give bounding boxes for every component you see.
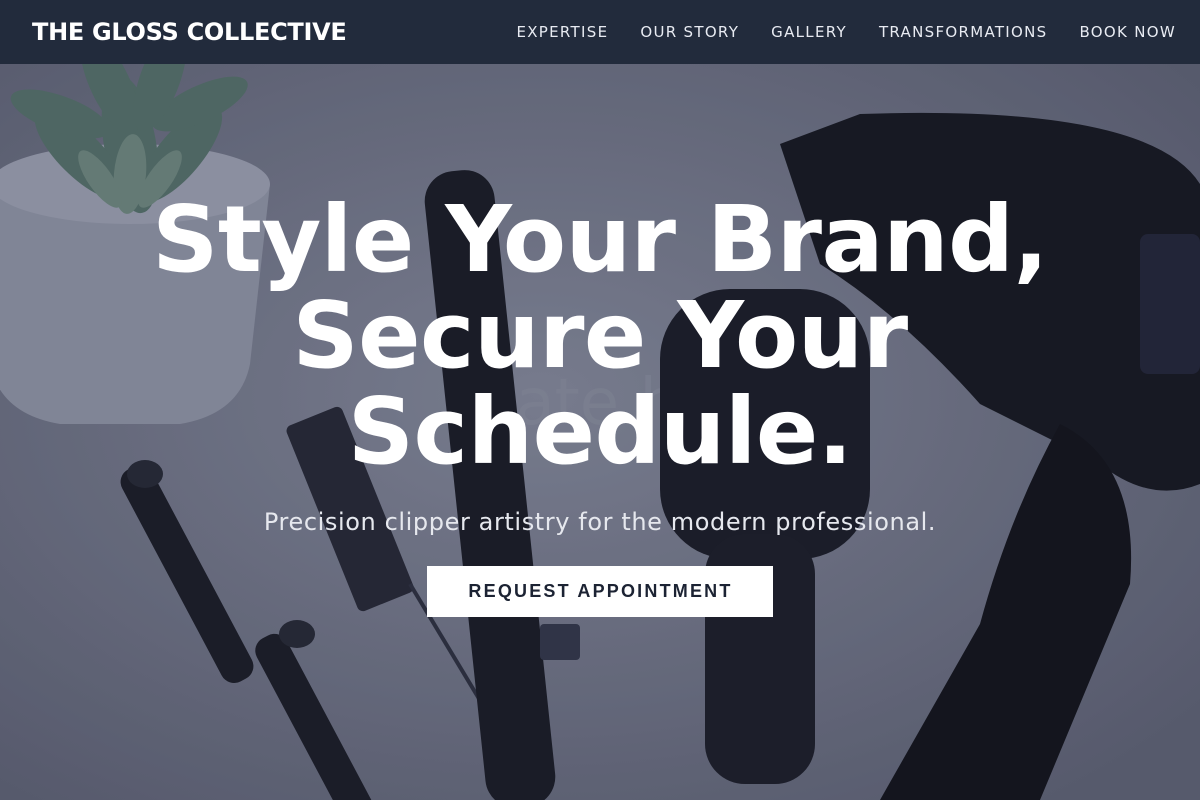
hero-section: ...late hair Style Your Brand, Secure Yo… [0,64,1200,800]
brand-logo[interactable]: THE GLOSS COLLECTIVE [32,18,347,46]
nav-link-our-story[interactable]: OUR STORY [640,23,739,41]
nav-link-expertise[interactable]: EXPERTISE [516,23,608,41]
hero-headline: Style Your Brand, Secure Your Schedule. [100,192,1100,480]
hero-content: Style Your Brand, Secure Your Schedule. … [0,192,1200,617]
nav-link-book-now[interactable]: BOOK NOW [1079,23,1176,41]
nav-link-gallery[interactable]: GALLERY [771,23,847,41]
hero-headline-line-3: Schedule. [347,378,853,485]
top-navbar: THE GLOSS COLLECTIVE EXPERTISE OUR STORY… [0,0,1200,64]
nav-link-transformations[interactable]: TRANSFORMATIONS [879,23,1048,41]
hero-subheadline: Precision clipper artistry for the moder… [263,508,937,536]
hero-headline-line-1: Style Your Brand, [152,186,1048,293]
request-appointment-button[interactable]: REQUEST APPOINTMENT [427,566,773,617]
hero-headline-line-2: Secure Your [292,282,908,389]
nav-links: EXPERTISE OUR STORY GALLERY TRANSFORMATI… [484,23,1176,41]
